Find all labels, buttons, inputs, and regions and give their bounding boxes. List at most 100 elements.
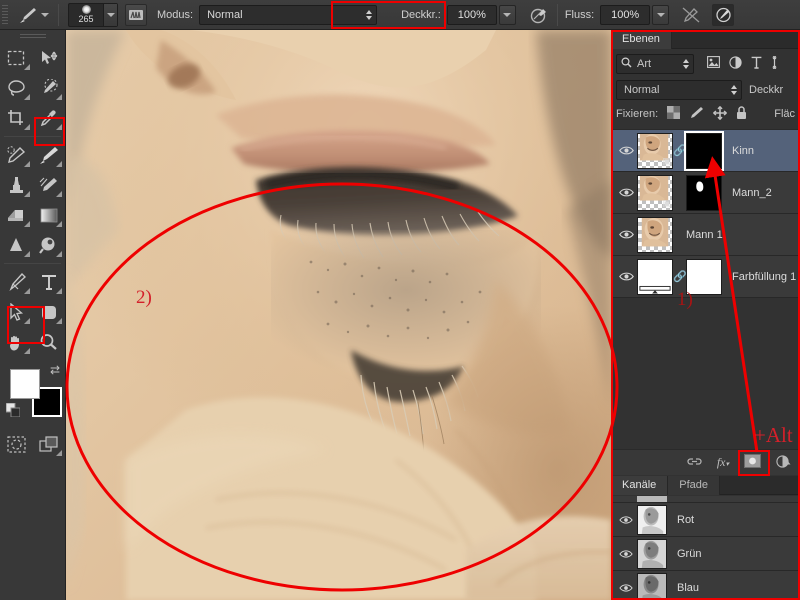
blend-mode-value: Normal (207, 8, 243, 21)
image-canvas[interactable] (66, 30, 611, 600)
screen-mode-icon[interactable] (33, 429, 66, 459)
channel-visibility-toggle[interactable] (615, 515, 637, 525)
channel-row-blau[interactable]: Blau (611, 571, 800, 600)
brush-panel-icon[interactable] (125, 3, 147, 26)
chevron-down-icon[interactable] (41, 12, 49, 17)
layer-visibility-toggle[interactable] (615, 145, 637, 156)
lock-all-icon[interactable] (736, 105, 747, 123)
flow-value: 100% (611, 8, 640, 21)
clone-stamp-tool[interactable] (0, 170, 33, 200)
zoom-tool[interactable] (33, 327, 66, 357)
spinner-icon (683, 58, 689, 69)
tool-group-corner (23, 161, 30, 167)
tool-group-corner (23, 94, 30, 100)
layer-style-fx-icon[interactable]: fx▾ (717, 455, 729, 470)
layer-blend-mode-select[interactable]: Normal (616, 79, 742, 100)
options-bar-grip[interactable] (2, 4, 8, 25)
history-brush-tool[interactable] (33, 170, 66, 200)
lock-transparency-icon[interactable] (667, 106, 681, 122)
tablet-pressure-opacity-icon[interactable] (526, 3, 552, 27)
channel-thumbnail[interactable] (637, 572, 667, 600)
adjustment-layer-icon[interactable] (729, 55, 742, 72)
tools-panel-grip[interactable] (19, 34, 46, 40)
foreground-color-swatch[interactable] (10, 369, 40, 399)
layer-mask-thumbnail[interactable] (684, 130, 724, 171)
layer-opacity-label: Deckkr (749, 83, 784, 96)
layer-mask-link-icon[interactable]: 🔗 (673, 144, 687, 157)
channel-thumbnail (637, 496, 667, 502)
opacity-input[interactable]: 100% (446, 4, 497, 25)
tool-group-corner (56, 94, 62, 100)
channel-thumbnail[interactable] (637, 504, 667, 535)
tab-pfade[interactable]: Pfade (668, 476, 721, 495)
layer-visibility-toggle[interactable] (615, 229, 637, 240)
tab-kanaele[interactable]: Kanäle (611, 476, 669, 495)
brush-preset-caret[interactable] (103, 3, 117, 26)
path-selection-tool[interactable] (0, 297, 33, 327)
brush-preset-picker[interactable]: 265 (68, 2, 118, 27)
layer-filter-row: Art (611, 49, 800, 75)
hand-tool[interactable] (0, 327, 33, 357)
blur-tool[interactable] (0, 230, 33, 260)
blend-mode-select[interactable]: Normal (199, 4, 378, 25)
layer-thumbnail[interactable]: ▣ (637, 132, 673, 169)
dodge-tool[interactable] (33, 230, 66, 260)
lock-image-icon[interactable] (689, 106, 704, 122)
pixel-layer-icon[interactable] (707, 56, 720, 71)
type-layer-icon[interactable] (751, 56, 762, 72)
channel-visibility-toggle[interactable] (615, 583, 637, 593)
active-tool-preset[interactable] (11, 3, 53, 27)
healing-brush-tool[interactable] (0, 140, 33, 170)
layer-mask-thumbnail[interactable] (686, 258, 722, 295)
crop-tool[interactable] (0, 103, 33, 133)
layer-row-kinn[interactable]: ▣ 🔗 Kinn (611, 130, 800, 172)
shape-layer-icon[interactable] (771, 55, 778, 72)
marquee-tool[interactable] (0, 43, 33, 73)
layer-visibility-toggle[interactable] (615, 271, 637, 282)
new-adjustment-layer-icon[interactable] (776, 454, 792, 471)
layer-thumbnail[interactable]: ▣ (637, 174, 673, 211)
brush-tool[interactable] (33, 140, 66, 170)
channel-name: Blau (677, 581, 700, 594)
eraser-tool[interactable] (0, 200, 33, 230)
lasso-tool[interactable] (0, 73, 33, 103)
airbrush-icon[interactable] (678, 3, 704, 27)
swap-colors-icon[interactable]: ⇄ (50, 363, 60, 377)
channel-row-rot[interactable]: Rot (611, 503, 800, 537)
layer-mask-link-icon[interactable]: 🔗 (673, 270, 687, 283)
type-tool[interactable] (33, 267, 66, 297)
tool-group-corner (56, 251, 62, 257)
pen-tool[interactable] (0, 267, 33, 297)
layer-filter-icons (707, 55, 778, 72)
default-colors-icon[interactable] (5, 402, 21, 420)
channel-row-gruen[interactable]: Grün (611, 537, 800, 571)
add-layer-mask-icon[interactable] (744, 454, 761, 471)
right-panel-column: Ebenen Art Normal Deckkr Fixieren: Fläc … (611, 30, 800, 600)
channel-thumbnail[interactable] (637, 538, 667, 569)
link-layers-icon[interactable] (687, 456, 702, 470)
flow-input[interactable]: 100% (600, 4, 651, 25)
smoothing-icon[interactable] (712, 3, 735, 26)
tab-ebenen[interactable]: Ebenen (611, 30, 672, 49)
lock-position-icon[interactable] (713, 105, 728, 123)
eyedropper-tool[interactable] (33, 103, 66, 133)
mode-label: Modus: (157, 8, 194, 21)
layer-row-farbfuellung-1[interactable]: 🔗 Farbfüllung 1 (611, 256, 800, 298)
layer-row-mann-1[interactable]: Mann 1 (611, 214, 800, 256)
layer-row-mann-2[interactable]: ▣ 🔗 Mann_2 (611, 172, 800, 214)
layer-visibility-toggle[interactable] (615, 187, 637, 198)
flow-caret[interactable] (652, 4, 670, 25)
move-tool[interactable] (33, 43, 66, 73)
shape-tool[interactable] (33, 297, 66, 327)
channel-visibility-toggle[interactable] (615, 549, 637, 559)
flow-label: Fluss: (564, 8, 595, 21)
layer-mask-thumbnail[interactable] (686, 174, 722, 211)
quick-selection-tool[interactable] (33, 73, 66, 103)
layer-filter-select[interactable]: Art (616, 53, 694, 74)
quick-mask-icon[interactable] (0, 429, 33, 459)
gradient-tool[interactable] (33, 200, 66, 230)
layer-thumbnail[interactable] (637, 216, 673, 253)
layer-thumbnail[interactable] (637, 258, 673, 295)
opacity-caret[interactable] (498, 4, 516, 25)
channel-row-partial[interactable] (611, 496, 800, 503)
